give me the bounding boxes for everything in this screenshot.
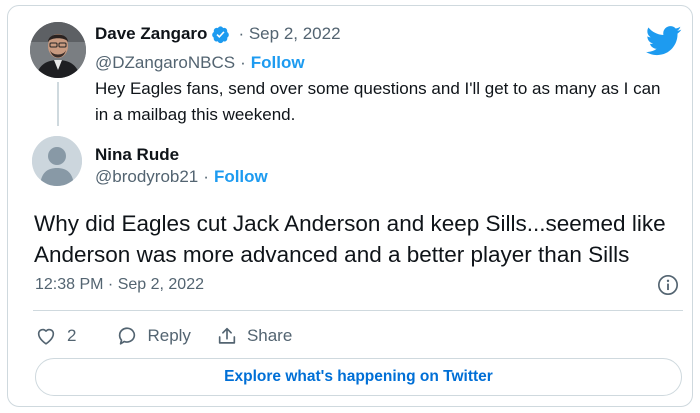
twitter-bird-icon[interactable] — [646, 26, 682, 56]
action-bar: 2 Reply Share — [35, 322, 292, 350]
parent-author-name[interactable]: Dave Zangaro — [95, 24, 207, 44]
verified-badge-icon — [212, 25, 230, 43]
info-icon[interactable] — [657, 274, 679, 296]
reply-handle-row: @brodyrob21 · Follow — [95, 167, 268, 187]
handle-separator: · — [240, 53, 246, 72]
reply-bubble-icon — [119, 327, 136, 345]
date-separator: · — [238, 24, 245, 43]
avatar-nina-rude[interactable] — [32, 136, 82, 186]
share-icon — [218, 327, 236, 344]
parent-header: Dave Zangaro · Sep 2, 2022 — [95, 22, 341, 46]
parent-date-text: Sep 2, 2022 — [248, 24, 341, 43]
avatar-photo-icon — [30, 22, 86, 78]
reply-label: Reply — [147, 326, 191, 345]
reply-tweet-text: Why did Eagles cut Jack Anderson and kee… — [34, 211, 666, 267]
reply-timestamp[interactable]: 12:38 PM · Sep 2, 2022 — [35, 276, 204, 294]
like-button[interactable]: 2 — [35, 325, 76, 347]
follow-button-parent[interactable]: Follow — [251, 53, 305, 73]
heart-icon — [37, 328, 55, 345]
thread-line — [57, 82, 59, 126]
share-button[interactable]: Share — [216, 325, 292, 347]
parent-handle-row: @DZangaroNBCS · Follow — [95, 53, 305, 73]
handle-separator: · — [203, 167, 209, 186]
follow-button-reply[interactable]: Follow — [214, 167, 268, 187]
reply-author-name[interactable]: Nina Rude — [95, 145, 179, 165]
avatar-dave-zangaro[interactable] — [30, 22, 86, 78]
share-label: Share — [246, 326, 293, 345]
parent-tweet-text: Hey Eagles fans, send over some question… — [95, 79, 661, 124]
actions-divider — [33, 310, 683, 311]
parent-handle[interactable]: @DZangaroNBCS — [95, 53, 235, 73]
reply-button[interactable]: Reply — [116, 325, 191, 347]
parent-date[interactable]: · Sep 2, 2022 — [238, 24, 340, 44]
default-avatar-icon — [32, 136, 82, 186]
tweet-card: Dave Zangaro · Sep 2, 2022 @DZangaroNBCS… — [7, 5, 693, 407]
like-count: 2 — [67, 326, 77, 345]
explore-twitter-button[interactable]: Explore what's happening on Twitter — [35, 358, 682, 396]
reply-handle[interactable]: @brodyrob21 — [95, 167, 198, 187]
